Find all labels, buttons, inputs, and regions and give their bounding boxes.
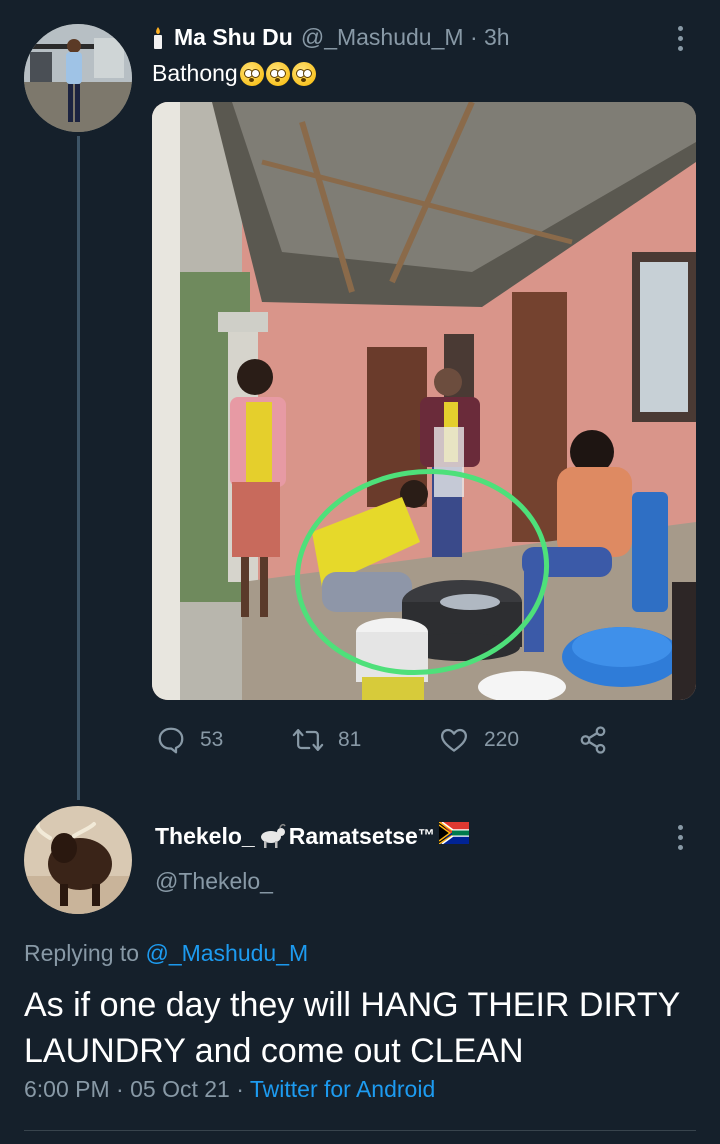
trademark-symbol: ™: [417, 826, 435, 845]
heart-icon: [438, 725, 470, 755]
header-separator: ·: [463, 24, 485, 50]
flushed-face-emoji: [239, 61, 264, 86]
like-count: 220: [484, 728, 520, 751]
tweet-source-link[interactable]: Twitter for Android: [250, 1076, 435, 1102]
tweet-header: Ma Shu Du @_Mashudu_M · 3h: [152, 24, 510, 51]
south-africa-flag-emoji: [438, 821, 470, 850]
goat-emoji: [257, 823, 287, 849]
replying-to-handle-link[interactable]: @_Mashudu_M: [145, 940, 308, 966]
retweet-icon: [292, 725, 324, 755]
reply-name-part2: Ramatsetse: [288, 822, 418, 849]
tweet-text: Bathong: [152, 60, 316, 87]
retweet-button[interactable]: 81: [292, 725, 361, 755]
user-avatar[interactable]: [24, 24, 132, 132]
reply-author-handle[interactable]: @Thekelo_: [155, 868, 273, 895]
source-separator: ·: [229, 1076, 250, 1102]
thread-connector-line: [77, 136, 80, 800]
author-display-name[interactable]: Ma Shu Du: [174, 24, 293, 51]
tweet-text-body: Bathong: [152, 60, 238, 86]
reply-author-display-name[interactable]: Thekelo_ Ramatsetse ™: [155, 821, 470, 850]
tweet-actions-bar: 53 81 220: [152, 725, 672, 757]
share-icon: [578, 725, 608, 755]
tweet-metadata: 6:00 PM · 05 Oct 21 · Twitter for Androi…: [24, 1076, 435, 1103]
tweet-time[interactable]: 3h: [484, 24, 510, 51]
reply-button[interactable]: 53: [156, 725, 223, 755]
reply-tweet-text: As if one day they will HANG THEIR DIRTY…: [24, 986, 680, 1070]
replying-to-label: Replying to: [24, 940, 146, 966]
flushed-face-emoji: [265, 61, 290, 86]
author-handle[interactable]: @_Mashudu_M: [301, 24, 464, 51]
divider: [24, 1130, 696, 1131]
candle-icon: [152, 26, 164, 50]
retweet-count: 81: [338, 728, 362, 751]
replying-to-line: Replying to @_Mashudu_M: [24, 940, 308, 967]
reply-icon: [156, 725, 186, 755]
reply-author-avatar[interactable]: [24, 806, 132, 914]
like-button[interactable]: 220: [438, 725, 519, 755]
reply-count: 53: [200, 728, 224, 751]
share-button[interactable]: [578, 725, 608, 755]
tweet-image[interactable]: [152, 102, 696, 700]
date-separator: ·: [109, 1076, 131, 1102]
reply-name-part1: Thekelo_: [155, 822, 255, 849]
more-vertical-icon[interactable]: [674, 825, 686, 850]
tweet-date[interactable]: 05 Oct 21: [130, 1076, 230, 1102]
more-vertical-icon[interactable]: [674, 26, 686, 51]
flushed-face-emoji: [291, 61, 316, 86]
tweet-time[interactable]: 6:00 PM: [24, 1076, 110, 1102]
